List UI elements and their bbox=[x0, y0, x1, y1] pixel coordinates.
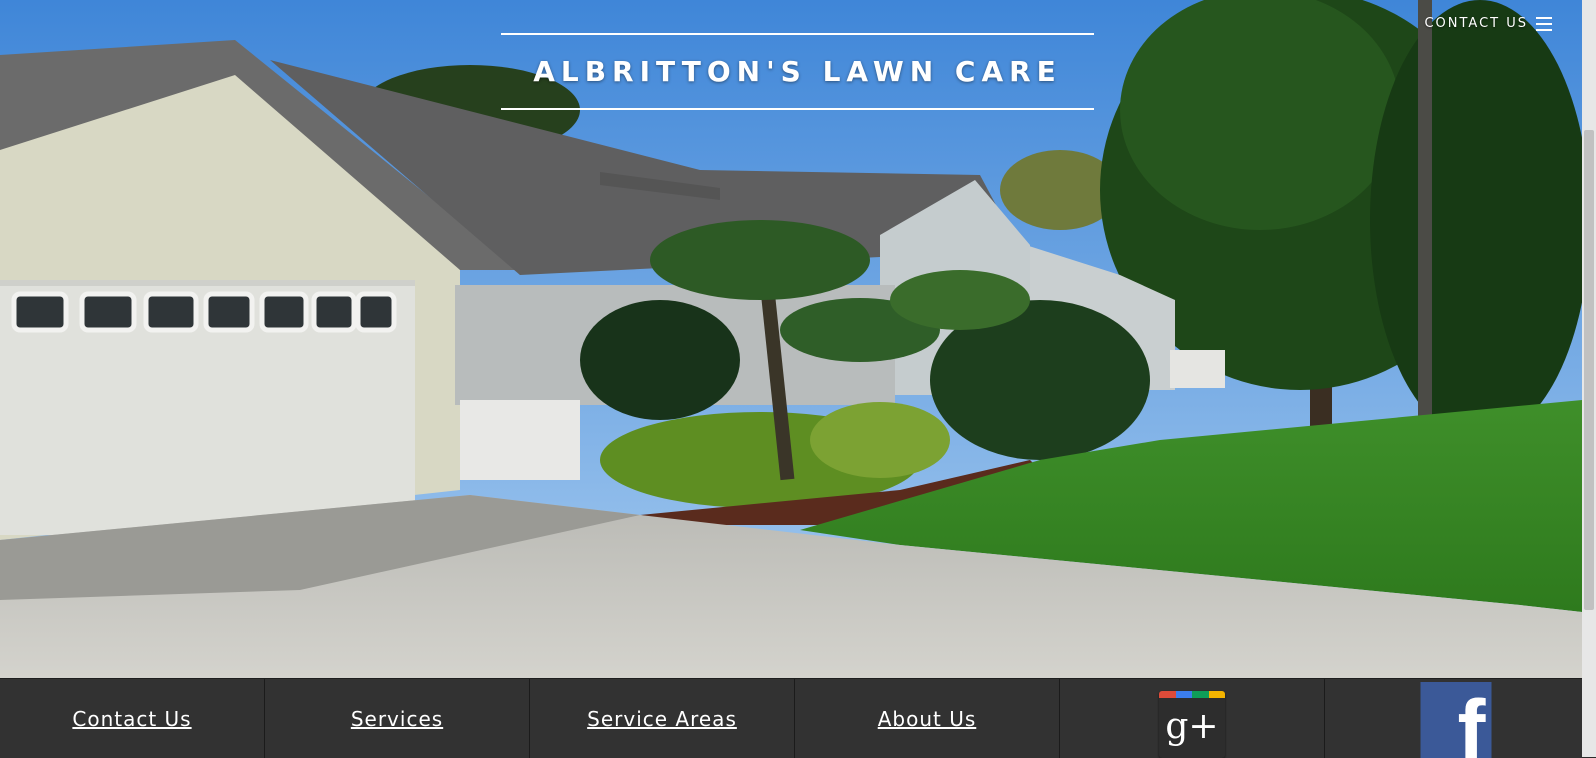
hero-banner: ALBRITTON'S LAWN CARE CONTACT US bbox=[0, 0, 1582, 678]
footer-cell-about-us: About Us bbox=[795, 679, 1060, 758]
header-contact-label: CONTACT US bbox=[1424, 16, 1528, 31]
footer-nav-bar: Contact Us Services Service Areas About … bbox=[0, 678, 1582, 758]
footer-cell-contact: Contact Us bbox=[0, 679, 265, 758]
footer-link-service-areas[interactable]: Service Areas bbox=[587, 707, 737, 731]
footer-cell-google-plus: g+ bbox=[1060, 679, 1325, 758]
facebook-icon[interactable]: f bbox=[1420, 682, 1492, 758]
scrollbar-thumb[interactable] bbox=[1584, 130, 1594, 610]
footer-cell-facebook: f bbox=[1325, 679, 1587, 758]
hamburger-menu-icon[interactable] bbox=[1536, 16, 1552, 31]
google-plus-icon[interactable]: g+ bbox=[1159, 691, 1225, 758]
footer-cell-service-areas: Service Areas bbox=[530, 679, 795, 758]
google-plus-glyph: g+ bbox=[1165, 706, 1219, 747]
site-title-box: ALBRITTON'S LAWN CARE bbox=[501, 33, 1094, 110]
facebook-glyph: f bbox=[1457, 683, 1486, 758]
site-title: ALBRITTON'S LAWN CARE bbox=[533, 55, 1062, 88]
page-scrollbar[interactable] bbox=[1582, 0, 1596, 757]
header-contact-button[interactable]: CONTACT US bbox=[1424, 16, 1552, 31]
footer-link-services[interactable]: Services bbox=[351, 707, 443, 731]
footer-cell-services: Services bbox=[265, 679, 530, 758]
footer-link-contact-us[interactable]: Contact Us bbox=[72, 707, 191, 731]
footer-link-about-us[interactable]: About Us bbox=[878, 707, 977, 731]
